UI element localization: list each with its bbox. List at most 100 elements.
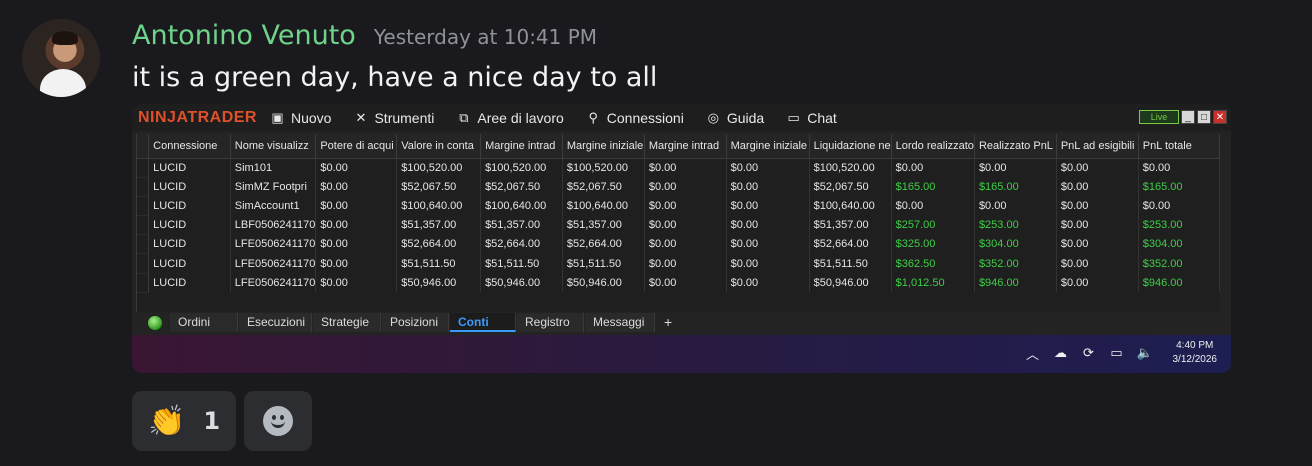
row-selector[interactable] bbox=[137, 273, 150, 293]
column-header[interactable]: Connessione bbox=[148, 134, 231, 159]
reaction-count: 1 bbox=[203, 407, 221, 435]
table-cell: $165.00 bbox=[1138, 177, 1221, 197]
column-header[interactable]: Liquidazione ne bbox=[809, 134, 892, 159]
column-header[interactable]: Margine iniziale bbox=[562, 134, 645, 159]
reaction-clap[interactable]: 👏 1 bbox=[132, 391, 236, 451]
table-cell: LUCID bbox=[148, 158, 231, 178]
row-selector[interactable] bbox=[137, 177, 150, 197]
table-cell: LBF0506241170 bbox=[230, 215, 317, 235]
add-tab-icon[interactable]: + bbox=[656, 313, 680, 332]
column-header[interactable]: Nome visualizz bbox=[230, 134, 317, 159]
table-cell: $51,357.00 bbox=[396, 215, 482, 235]
column-header[interactable]: PnL totale bbox=[1138, 134, 1221, 159]
table-cell: $0.00 bbox=[315, 253, 398, 274]
smiley-icon bbox=[263, 406, 293, 436]
table-row[interactable]: LUCID SimAccount1 $0.00 $100,640.00 $100,640… bbox=[137, 196, 1221, 217]
attachment-image[interactable]: NINJATRADER ▣ Nuovo ✕ Strumenti ⧉ Aree d… bbox=[132, 104, 1231, 373]
cloud-icon[interactable]: ☁ bbox=[1053, 345, 1069, 361]
minimize-icon[interactable]: _ bbox=[1181, 110, 1195, 124]
table-row[interactable]: LUCID LFE0506241170 $0.00 $51,511.50 $51,511… bbox=[137, 253, 1221, 274]
row-selector[interactable] bbox=[137, 158, 150, 178]
menu-chat[interactable]: ▭ Chat bbox=[786, 110, 837, 126]
tab-esecuzioni[interactable]: Esecuzioni bbox=[239, 313, 312, 332]
column-header[interactable]: Valore in conta bbox=[396, 134, 482, 159]
avatar[interactable] bbox=[22, 19, 100, 97]
table-cell: $0.00 bbox=[1056, 253, 1139, 274]
column-header[interactable]: Margine iniziale bbox=[726, 134, 810, 159]
table-row[interactable]: LUCID LFE0506241170 $0.00 $50,946.00 $50,946… bbox=[137, 273, 1221, 293]
row-selector[interactable] bbox=[137, 215, 150, 236]
table-cell: $0.00 bbox=[644, 253, 727, 274]
table-cell: $0.00 bbox=[644, 196, 727, 216]
tab-registro[interactable]: Registro bbox=[517, 313, 584, 332]
menu-connessioni[interactable]: ⚲ Connessioni bbox=[586, 110, 684, 126]
table-cell: $0.00 bbox=[1056, 215, 1139, 235]
maximize-icon[interactable]: □ bbox=[1197, 110, 1211, 124]
table-cell: $100,640.00 bbox=[480, 196, 563, 216]
menu-strumenti[interactable]: ✕ Strumenti bbox=[353, 109, 435, 126]
table-row[interactable]: LUCID LBF0506241170 $0.00 $51,357.00 $51,357… bbox=[137, 215, 1221, 236]
table-cell: LUCID bbox=[148, 253, 231, 274]
table-cell: $1,012.50 bbox=[891, 273, 975, 293]
add-reaction-button[interactable] bbox=[244, 391, 312, 451]
column-header[interactable]: Margine intrad bbox=[644, 134, 727, 159]
column-header[interactable]: Margine intrad bbox=[480, 134, 563, 159]
table-cell: $0.00 bbox=[644, 234, 727, 254]
table-row[interactable]: LUCID LFE0506241170 $0.00 $52,664.00 $52,664… bbox=[137, 234, 1221, 255]
table-cell: $100,520.00 bbox=[562, 158, 645, 178]
menu-nuovo[interactable]: ▣ Nuovo bbox=[270, 110, 331, 126]
table-cell: $946.00 bbox=[974, 273, 1057, 293]
network-icon[interactable]: ▭ bbox=[1109, 345, 1125, 361]
column-header[interactable]: Lordo realizzato bbox=[891, 134, 975, 159]
table-cell: LFE0506241170 bbox=[230, 273, 317, 293]
table-cell: $0.00 bbox=[315, 158, 398, 178]
tab-strategie[interactable]: Strategie bbox=[313, 313, 381, 332]
chevron-up-icon[interactable]: ︿ bbox=[1025, 344, 1041, 363]
table-cell: $52,067.50 bbox=[396, 177, 482, 197]
menu-label: Connessioni bbox=[606, 109, 684, 126]
row-selector-header bbox=[137, 134, 150, 159]
tab-messaggi[interactable]: Messaggi bbox=[585, 313, 655, 332]
table-cell: $0.00 bbox=[315, 196, 398, 216]
table-cell: $0.00 bbox=[1056, 177, 1139, 197]
table-cell: LUCID bbox=[148, 196, 231, 216]
table-cell: $0.00 bbox=[1056, 196, 1139, 216]
plug-icon: ⚲ bbox=[588, 109, 599, 125]
menu-label: Strumenti bbox=[374, 109, 435, 126]
sync-icon[interactable]: ⟳ bbox=[1081, 345, 1097, 361]
tab-conti[interactable]: Conti bbox=[450, 313, 516, 332]
avatar-shirt bbox=[40, 69, 86, 97]
table-cell: $0.00 bbox=[726, 253, 810, 274]
table-cell: LFE0506241170 bbox=[230, 253, 317, 274]
table-cell: $52,664.00 bbox=[562, 234, 645, 254]
column-header[interactable]: Potere di acqui bbox=[315, 134, 398, 159]
menu-guida[interactable]: ◎ Guida bbox=[706, 109, 765, 126]
close-icon[interactable]: ✕ bbox=[1213, 110, 1227, 124]
row-selector[interactable] bbox=[137, 234, 150, 255]
author-name[interactable]: Antonino Venuto bbox=[132, 20, 356, 51]
table-cell: $0.00 bbox=[315, 177, 398, 197]
table-cell: $0.00 bbox=[726, 196, 810, 216]
table-cell: $100,520.00 bbox=[396, 158, 482, 178]
table-cell: $51,511.50 bbox=[480, 253, 563, 274]
column-header[interactable]: PnL ad esigibili bbox=[1056, 134, 1139, 159]
live-button[interactable]: Live bbox=[1139, 110, 1179, 124]
table-cell: $51,511.50 bbox=[562, 253, 645, 274]
table-header-row: Connessione Nome visualizz Potere di acqui… bbox=[137, 134, 1221, 159]
table-cell: $0.00 bbox=[974, 158, 1057, 178]
row-selector[interactable] bbox=[137, 253, 150, 274]
column-header[interactable]: Realizzato PnL bbox=[974, 134, 1057, 159]
message-timestamp: Yesterday at 10:41 PM bbox=[373, 25, 598, 49]
menu-label: Guida bbox=[726, 109, 765, 126]
table-cell: $0.00 bbox=[891, 158, 975, 178]
taskbar-clock[interactable]: 4:40 PM 3/12/2026 bbox=[1173, 339, 1218, 367]
menu-aree-di-lavoro[interactable]: ⧉ Aree di lavoro bbox=[456, 110, 564, 126]
tab-ordini[interactable]: Ordini bbox=[170, 313, 238, 332]
table-cell: $50,946.00 bbox=[562, 273, 645, 293]
table-row[interactable]: LUCID Sim101 $0.00 $100,520.00 $100,520.00 $1… bbox=[137, 158, 1221, 178]
tab-posizioni[interactable]: Posizioni bbox=[382, 313, 449, 332]
volume-icon[interactable]: 🔈 bbox=[1137, 345, 1153, 361]
table-cell: $0.00 bbox=[644, 273, 727, 293]
table-row[interactable]: LUCID SimMZ Footpri $0.00 $52,067.50 $52,067… bbox=[137, 177, 1221, 197]
row-selector[interactable] bbox=[137, 196, 150, 217]
